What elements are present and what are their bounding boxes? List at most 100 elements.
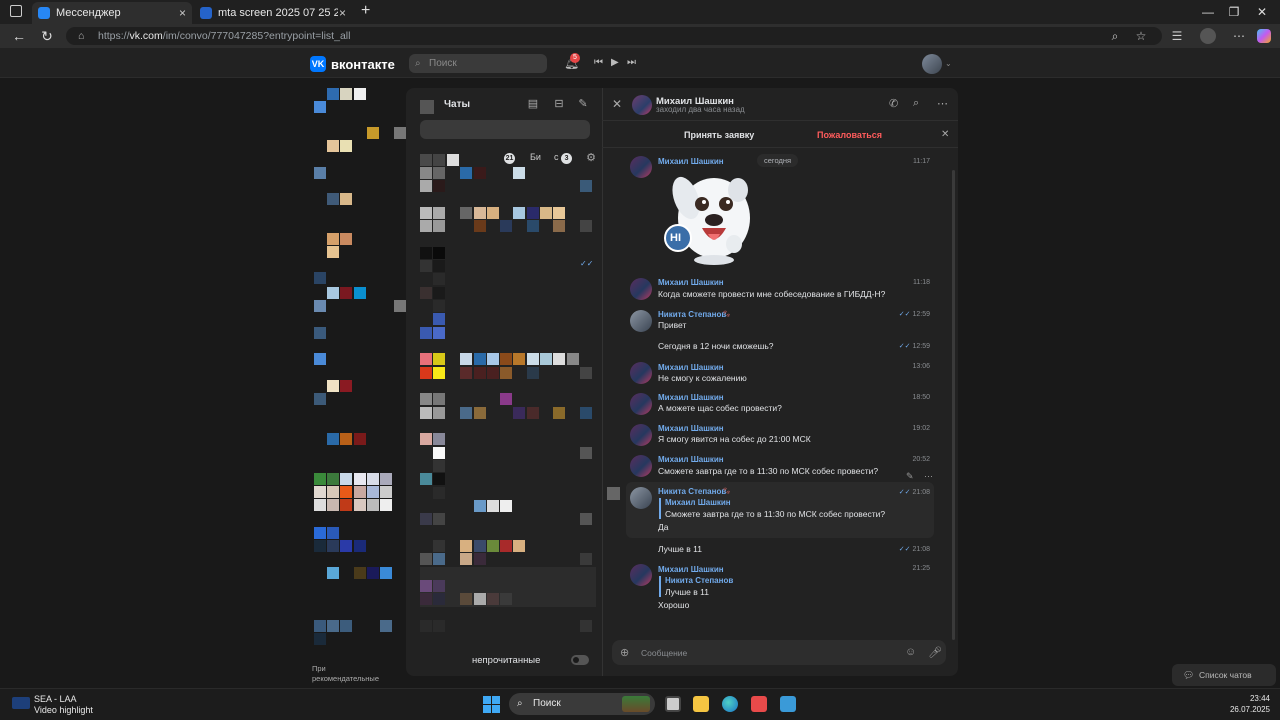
message-author[interactable]: Михаил Шашкин [658, 565, 724, 574]
unread-toggle-label: непрочитанные [472, 655, 541, 666]
message-avatar[interactable] [630, 278, 652, 300]
url-prefix: https:// [98, 30, 130, 42]
message-more-icon[interactable]: ⋯ [924, 471, 933, 482]
mlb-news-icon[interactable] [12, 697, 30, 709]
site-info-icon[interactable]: ⌂ [78, 27, 84, 45]
compose-icon[interactable]: ✎ [576, 97, 590, 111]
tab-close-icon[interactable]: × [339, 6, 346, 20]
message-scrollbar[interactable] [952, 170, 955, 640]
friend-request-bar [602, 122, 958, 148]
reply-quote[interactable]: Михаил Шашкин Сможете завтра где то в 11… [659, 498, 885, 519]
message-text: Когда сможете провести мне собеседование… [658, 289, 886, 299]
player-next-icon[interactable]: ⏭ [627, 57, 636, 68]
message-author[interactable]: Михаил Шашкин [658, 455, 724, 464]
microphone-icon[interactable]: 🎤︎ [928, 646, 942, 659]
message-time: 21:25 [912, 565, 930, 572]
vk-logo[interactable]: VK вконтакте [310, 56, 395, 72]
message-author[interactable]: Михаил Шашкин [658, 157, 724, 166]
clock-time[interactable]: 23:44 [1246, 694, 1270, 703]
window-close-icon[interactable]: ✕ [1244, 0, 1280, 24]
tree-widget-icon[interactable] [622, 696, 650, 712]
message-author[interactable]: Михаил Шашкин [658, 393, 724, 402]
chat-list-button[interactable]: 💬︎ Список чатов [1172, 664, 1276, 686]
favorites-icon[interactable]: ☰ [1170, 29, 1184, 43]
archive-icon[interactable]: ⊟ [552, 97, 566, 111]
message-text: Хорошо [658, 600, 690, 610]
browser-tab-screen[interactable]: mta screen 2025 07 25 21 58 47 - × [194, 2, 352, 24]
close-chat-icon[interactable]: ✕ [612, 97, 622, 111]
user-avatar[interactable] [922, 54, 942, 74]
copilot-icon[interactable] [1257, 29, 1271, 43]
browser-tab-messenger[interactable]: Мессенджер × [32, 2, 192, 24]
profile-avatar[interactable] [1200, 28, 1216, 44]
edge-browser-icon[interactable] [722, 696, 738, 712]
attach-plus-icon[interactable]: ⊕ [620, 646, 629, 659]
image-favicon-icon [200, 7, 212, 19]
message-author[interactable]: Михаил Шашкин [658, 363, 724, 372]
message-text: Я смогу явится на собес до 21:00 МСК [658, 434, 811, 444]
browser-toolbar: ← ↻ ⌂ https://vk.com/im/convo/777047285?… [0, 24, 1280, 48]
message-avatar[interactable] [630, 424, 652, 446]
more-menu-icon[interactable]: ⋯ [1232, 29, 1246, 43]
emoji-icon[interactable]: ☺ [905, 646, 916, 658]
news-subtitle[interactable]: Video highlight [34, 705, 93, 715]
back-arrow-icon[interactable]: ← [10, 28, 28, 44]
message-avatar[interactable] [630, 393, 652, 415]
address-bar[interactable]: ⌂ https://vk.com/im/convo/777047285?entr… [66, 27, 1162, 45]
tab-actions-icon[interactable] [10, 5, 22, 17]
message-avatar[interactable] [630, 564, 652, 586]
settings-gear-icon[interactable]: ⚙ [584, 151, 598, 165]
chat-list-title: Чаты [444, 99, 471, 110]
chat-window [602, 88, 958, 676]
file-explorer-icon[interactable] [693, 696, 709, 712]
player-prev-icon[interactable]: ⏮ [594, 57, 603, 68]
notepad-icon[interactable] [780, 696, 796, 712]
redacted-avatar [420, 100, 434, 114]
message-avatar[interactable] [630, 310, 652, 332]
unread-toggle[interactable] [571, 655, 589, 665]
filter-all[interactable]: 21 [504, 152, 515, 164]
filter-chip[interactable]: Би [530, 152, 541, 162]
new-tab-button[interactable]: + [361, 2, 370, 20]
vk-search-input[interactable]: ⌕ Поиск [409, 54, 547, 73]
close-request-icon[interactable]: ✕ [941, 129, 949, 140]
folder-icon[interactable]: ▤ [526, 97, 540, 111]
message-avatar[interactable] [630, 487, 652, 509]
filter-chip-unread[interactable]: с 3 [554, 152, 573, 164]
reply-quote[interactable]: Никита Степанов Лучше в 11 [659, 576, 733, 597]
cloud-app-icon[interactable] [751, 696, 767, 712]
chevron-down-icon[interactable]: ⌄ [945, 59, 952, 68]
accept-request-button[interactable]: Принять заявку [684, 130, 754, 140]
select-message-marker[interactable] [607, 487, 620, 500]
peer-avatar[interactable] [632, 95, 652, 115]
phone-icon[interactable]: ✆ [889, 97, 898, 110]
reload-icon[interactable]: ↻ [38, 28, 56, 44]
message-text: Привет [658, 320, 687, 330]
message-time: 12:59 [890, 342, 930, 350]
hi-dog-sticker[interactable]: HI [664, 168, 754, 266]
chat-list-search-input[interactable] [420, 120, 590, 139]
message-author[interactable]: Михаил Шашкин [658, 278, 724, 287]
report-button[interactable]: Пожаловаться [817, 130, 882, 140]
message-time: 13:06 [912, 363, 930, 370]
news-title[interactable]: SEA - LAA [34, 694, 77, 704]
message-avatar[interactable] [630, 455, 652, 477]
tab-close-icon[interactable]: × [179, 6, 186, 20]
player-play-icon[interactable]: ▶ [611, 57, 619, 68]
search-icon[interactable]: ⌕ [913, 97, 919, 110]
message-avatar[interactable] [630, 362, 652, 384]
message-author[interactable]: Михаил Шашкин [658, 424, 724, 433]
message-author[interactable]: Никита Степанов [658, 487, 726, 496]
message-author[interactable]: Никита Степанов [658, 310, 726, 319]
clock-date[interactable]: 26.07.2025 [1226, 705, 1270, 714]
zoom-icon[interactable]: ⌕ [1108, 29, 1122, 43]
edit-pencil-icon[interactable]: ✎ [906, 471, 914, 482]
filter-count-badge: 3 [561, 153, 573, 164]
favorite-star-icon[interactable]: ☆ [1134, 29, 1148, 43]
more-icon[interactable]: ⋯ [937, 97, 948, 110]
task-view-icon[interactable] [665, 696, 681, 712]
notification-count-badge: 5 [570, 53, 580, 63]
windows-start-icon[interactable] [483, 696, 500, 713]
vk-favicon-icon [38, 7, 50, 19]
message-avatar[interactable] [630, 156, 652, 178]
